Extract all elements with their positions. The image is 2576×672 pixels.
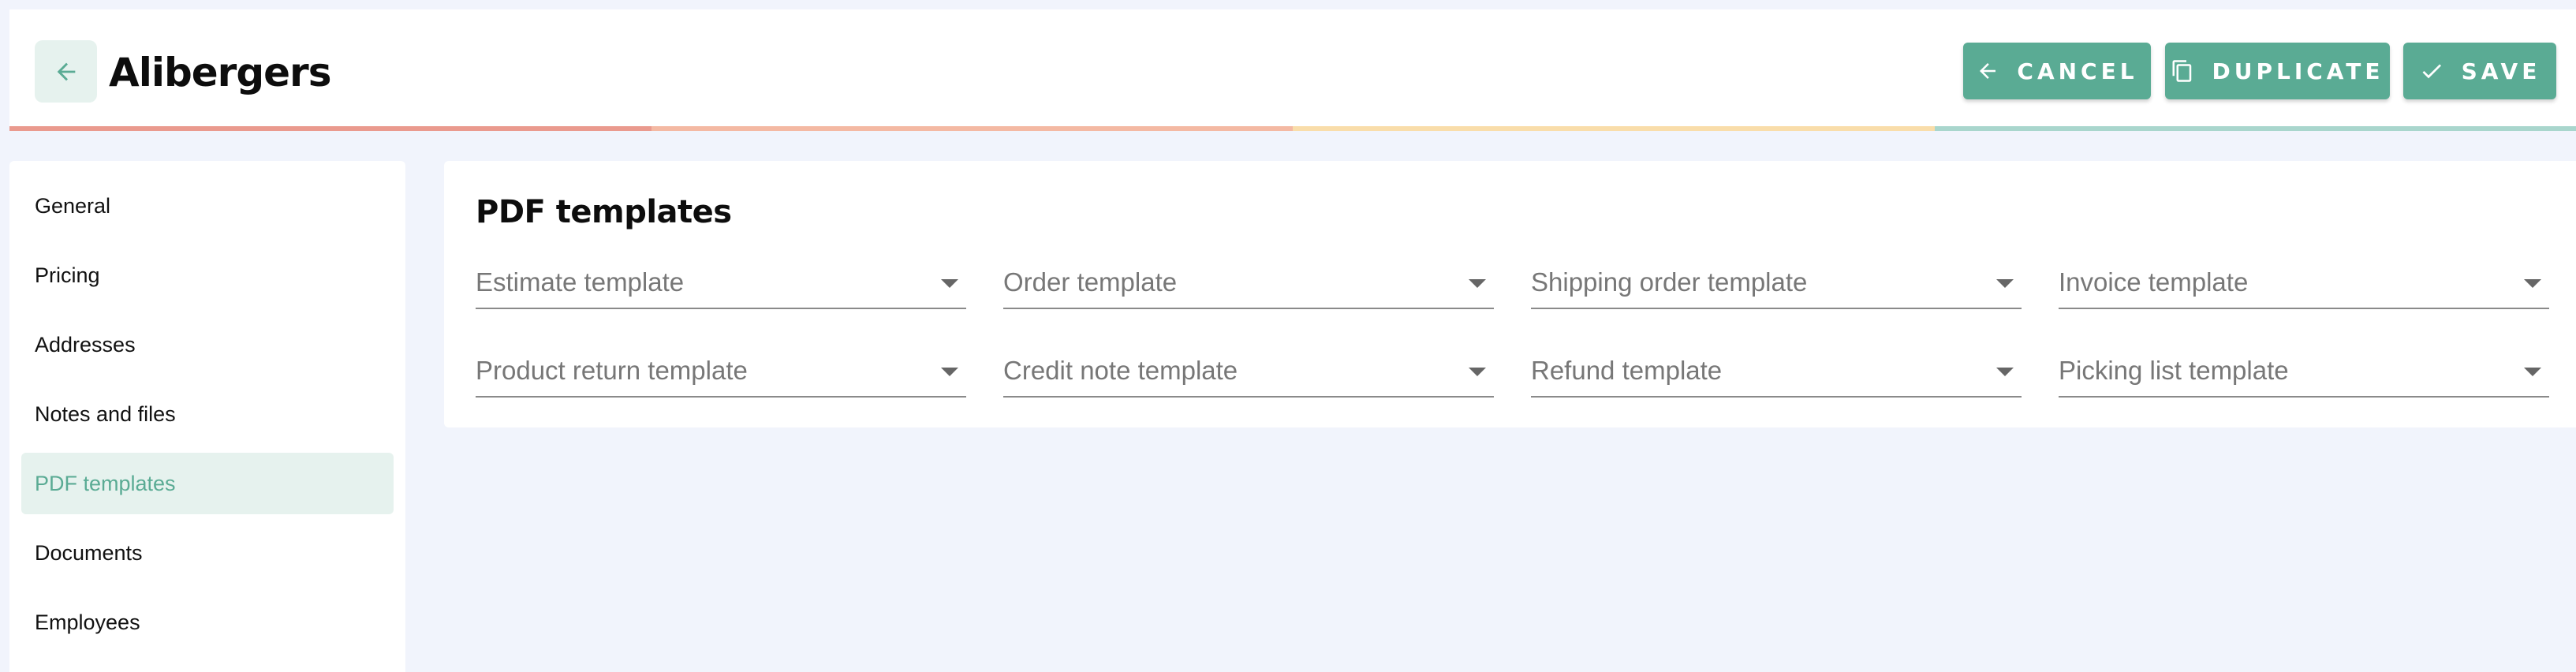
- select-label: Credit note template: [1003, 356, 1238, 385]
- sidebar-item-pdf-templates[interactable]: PDF templates: [21, 453, 394, 514]
- dropdown-arrow-icon: [2524, 279, 2541, 288]
- select-label: Product return template: [476, 356, 748, 385]
- dropdown-arrow-icon: [1469, 368, 1486, 376]
- sidebar-item-label: Notes and files: [35, 401, 176, 426]
- check-icon: [2422, 64, 2441, 79]
- select-label: Estimate template: [476, 267, 685, 297]
- sidebar-item-label: Pricing: [35, 263, 100, 287]
- cancel-button-label: CANCEL: [2017, 58, 2138, 84]
- save-button[interactable]: SAVE: [2403, 43, 2556, 99]
- sidebar-item-notes-and-files[interactable]: Notes and files: [21, 383, 394, 445]
- dropdown-arrow-icon: [2524, 368, 2541, 376]
- picking-list-template-select[interactable]: Picking list template: [2059, 345, 2549, 398]
- back-button[interactable]: [35, 40, 97, 103]
- accent-segment: [1293, 126, 1935, 131]
- copy-icon: [2172, 60, 2192, 82]
- invoice-template-select[interactable]: Invoice template: [2059, 257, 2549, 309]
- dropdown-arrow-icon: [1996, 368, 2014, 376]
- select-label: Invoice template: [2059, 267, 2249, 297]
- accent-segment: [651, 126, 1293, 131]
- duplicate-button[interactable]: DUPLICATE: [2165, 43, 2390, 99]
- sidebar-item-addresses[interactable]: Addresses: [21, 314, 394, 375]
- sidebar-item-employees[interactable]: Employees: [21, 592, 394, 653]
- sidebar-item-general[interactable]: General: [21, 175, 394, 237]
- save-button-label: SAVE: [2461, 58, 2541, 84]
- sidebar-item-label: Employees: [35, 610, 140, 634]
- accent-segment: [1934, 126, 2576, 131]
- product-return-template-select[interactable]: Product return template: [476, 345, 966, 398]
- sidebar: General Pricing Addresses Notes and file…: [9, 161, 405, 672]
- select-label: Shipping order template: [1531, 267, 1808, 297]
- refund-template-select[interactable]: Refund template: [1531, 345, 2022, 398]
- dropdown-arrow-icon: [1469, 279, 1486, 288]
- page-title: Alibergers: [109, 50, 331, 95]
- header-accent-bar: [9, 126, 2576, 131]
- sidebar-item-label: General: [35, 193, 111, 218]
- sidebar-item-label: PDF templates: [35, 471, 176, 495]
- section-title: PDF templates: [476, 194, 732, 230]
- select-label: Order template: [1003, 267, 1178, 297]
- select-label: Picking list template: [2059, 356, 2289, 385]
- shipping-order-template-select[interactable]: Shipping order template: [1531, 257, 2022, 309]
- pdf-templates-panel: PDF templates Estimate template Order te…: [444, 161, 2576, 427]
- estimate-template-select[interactable]: Estimate template: [476, 257, 966, 309]
- order-template-select[interactable]: Order template: [1003, 257, 1494, 309]
- sidebar-item-documents[interactable]: Documents: [21, 522, 394, 584]
- accent-segment: [9, 126, 651, 131]
- dropdown-arrow-icon: [941, 279, 958, 288]
- arrow-left-icon: [1980, 63, 1996, 79]
- cancel-button[interactable]: CANCEL: [1963, 43, 2151, 99]
- arrow-left-icon: [57, 62, 75, 80]
- duplicate-button-label: DUPLICATE: [2212, 58, 2384, 84]
- sidebar-item-pricing[interactable]: Pricing: [21, 245, 394, 306]
- page-header: Alibergers CANCEL DUPLICATE SAVE: [9, 9, 2576, 131]
- sidebar-item-label: Addresses: [35, 332, 136, 357]
- dropdown-arrow-icon: [941, 368, 958, 376]
- sidebar-item-label: Documents: [35, 540, 143, 565]
- select-label: Refund template: [1531, 356, 1723, 385]
- dropdown-arrow-icon: [1996, 279, 2014, 288]
- credit-note-template-select[interactable]: Credit note template: [1003, 345, 1494, 398]
